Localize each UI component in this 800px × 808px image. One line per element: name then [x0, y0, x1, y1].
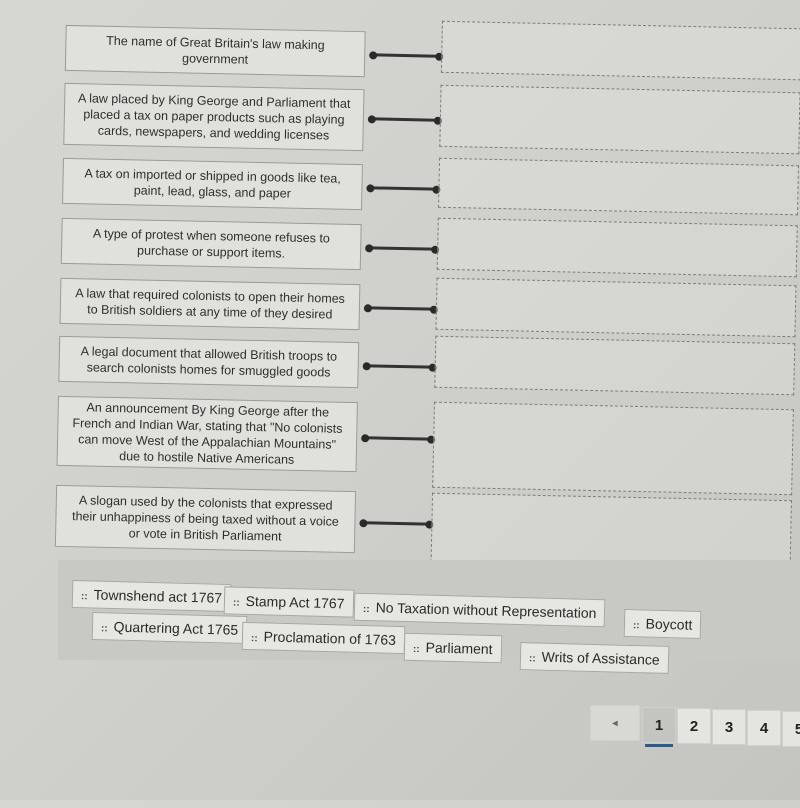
match-row: A legal document that allowed British tr… — [58, 335, 796, 396]
chip-label: Proclamation of 1763 — [263, 628, 397, 648]
connector-handle[interactable] — [366, 364, 433, 369]
connector-handle[interactable] — [369, 246, 436, 251]
page-button-3[interactable]: 3 — [712, 709, 746, 745]
drop-target[interactable] — [434, 335, 796, 396]
prompt-box: A slogan used by the colonists that expr… — [54, 484, 357, 554]
page-button-5[interactable]: 5 — [782, 711, 800, 747]
connector-handle[interactable] — [363, 521, 430, 526]
drag-grip-icon: :: — [80, 591, 88, 603]
prompt-box: A type of protest when someone refuses t… — [60, 217, 362, 271]
prompt-box: A legal document that allowed British tr… — [58, 335, 360, 389]
page-button-4[interactable]: 4 — [747, 710, 781, 746]
chip-label: Parliament — [425, 639, 493, 658]
chip-label: Boycott — [645, 615, 693, 633]
chip-label: Townshend act 1767 — [93, 586, 223, 606]
answer-chip[interactable]: :: Proclamation of 1763 — [241, 621, 406, 655]
match-row: The name of Great Britain's law making g… — [64, 20, 800, 81]
page-button-2[interactable]: 2 — [677, 708, 711, 744]
drag-grip-icon: :: — [362, 603, 370, 616]
connector-handle[interactable] — [370, 186, 437, 191]
drop-target[interactable] — [438, 157, 800, 216]
prev-arrow-icon: ◂ — [612, 718, 618, 729]
drag-grip-icon: :: — [632, 620, 640, 632]
match-row: A type of protest when someone refuses t… — [60, 217, 798, 278]
drag-grip-icon: :: — [232, 597, 240, 609]
match-row: An announcement By King George after the… — [56, 395, 794, 496]
prompt-box: An announcement By King George after the… — [56, 395, 358, 473]
drag-grip-icon: :: — [412, 643, 420, 656]
answer-bank: :: Townshend act 1767 :: Stamp Act 1767 ::… — [58, 560, 800, 674]
prompt-box: A law that required colonists to open th… — [59, 277, 361, 331]
connector-handle[interactable] — [367, 306, 434, 311]
drag-grip-icon: :: — [100, 623, 108, 635]
prompt-box: A tax on imported or shipped in goods li… — [62, 157, 363, 211]
match-row: A law that required colonists to open th… — [59, 277, 797, 338]
connector-handle[interactable] — [371, 117, 438, 122]
answer-chip[interactable]: :: Boycott — [623, 608, 702, 640]
answer-chip[interactable]: :: No Taxation without Representation — [353, 592, 606, 628]
chip-label: Stamp Act 1767 — [245, 592, 345, 612]
prev-page-button[interactable]: ◂ — [590, 705, 640, 741]
drop-target[interactable] — [439, 84, 800, 155]
answer-chip[interactable]: :: Quartering Act 1765 — [91, 611, 248, 645]
answer-chip[interactable]: :: Parliament — [403, 632, 502, 664]
connector-handle[interactable] — [365, 436, 432, 441]
answer-chip[interactable]: :: Stamp Act 1767 — [223, 586, 354, 618]
match-row: A slogan used by the colonists that expr… — [54, 484, 792, 581]
prompt-box: A law placed by King George and Parliame… — [63, 82, 365, 152]
chip-label: Writs of Assistance — [541, 648, 660, 668]
chip-label: No Taxation without Representation — [375, 599, 597, 622]
answer-chip[interactable]: :: Writs of Assistance — [519, 642, 670, 674]
drop-target[interactable] — [440, 20, 800, 81]
match-row: A law placed by King George and Parliame… — [63, 82, 800, 155]
chip-label: Quartering Act 1765 — [113, 618, 239, 638]
prompt-box: The name of Great Britain's law making g… — [64, 24, 366, 78]
drop-target[interactable] — [435, 277, 797, 338]
drag-grip-icon: :: — [250, 633, 258, 645]
answer-chip[interactable]: :: Townshend act 1767 — [71, 579, 232, 613]
drop-target[interactable] — [432, 401, 794, 496]
match-row: A tax on imported or shipped in goods li… — [62, 157, 800, 216]
page-button-1[interactable]: 1 — [642, 707, 676, 747]
drag-grip-icon: :: — [528, 653, 536, 665]
drop-target[interactable] — [436, 217, 798, 278]
connector-handle[interactable] — [373, 53, 440, 58]
matching-question: The name of Great Britain's law making g… — [0, 0, 800, 808]
